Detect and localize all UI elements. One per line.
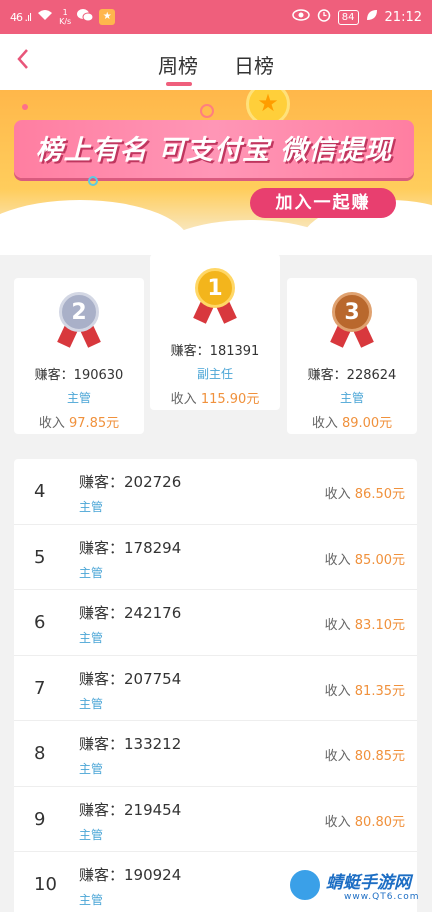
list-role: 主管 xyxy=(79,893,104,907)
tab-daily[interactable]: 日榜 xyxy=(234,50,274,79)
dragonfly-logo-icon xyxy=(288,868,322,902)
leaf-icon xyxy=(366,9,378,25)
list-item[interactable]: 6 赚客：242176 主管 收入 83.10元 xyxy=(14,590,417,656)
watermark-title: 蜻蜓手游网 xyxy=(326,873,411,893)
list-rank: 5 xyxy=(34,546,46,568)
signal-icon: 46 .ıl xyxy=(10,10,32,24)
ranking-list: 4 赚客：202726 主管 收入 86.50元 5 赚客：178294 主管 … xyxy=(14,459,417,912)
podium-rank-3[interactable]: 3 赚客：228624 主管 收入 89.00元 xyxy=(287,278,417,434)
decor-ring xyxy=(88,176,98,186)
list-income: 收入 85.00元 xyxy=(324,552,405,568)
silver-medal-icon: 2 xyxy=(54,292,104,354)
join-button[interactable]: 加入一起赚 xyxy=(250,188,396,218)
list-rank: 9 xyxy=(34,808,46,830)
list-name: 赚客：219454 xyxy=(79,800,182,819)
back-icon[interactable] xyxy=(16,48,40,76)
active-tab-indicator xyxy=(166,82,192,86)
site-watermark: 蜻蜓手游网 www.QT6.com xyxy=(282,862,430,908)
list-item[interactable]: 7 赚客：207754 主管 收入 81.35元 xyxy=(14,656,417,721)
bronze-medal-icon: 3 xyxy=(327,292,377,354)
list-role: 主管 xyxy=(79,565,104,580)
status-bar: 46 .ıl 1 K/s ★ 84 21:12 xyxy=(0,0,432,34)
wechat-icon xyxy=(77,8,94,26)
decor-ring xyxy=(200,104,214,118)
list-role: 主管 xyxy=(79,631,104,645)
list-role: 主管 xyxy=(79,696,104,711)
podium-name: 赚客：190630 xyxy=(34,368,124,383)
list-income: 收入 86.50元 xyxy=(324,487,405,502)
list-rank: 10 xyxy=(34,874,57,895)
list-role: 主管 xyxy=(79,500,104,514)
list-income: 收入 80.85元 xyxy=(324,749,405,764)
list-name: 赚客：207754 xyxy=(79,669,182,688)
promo-banner[interactable]: ★ 榜上有名 可支付宝 微信提现 加入一起赚 xyxy=(0,90,432,255)
gold-medal-icon: 1 xyxy=(190,268,240,330)
podium-name: 赚客：181391 xyxy=(170,344,260,359)
watermark-url: www.QT6.com xyxy=(344,892,420,902)
podium-role: 主管 xyxy=(66,391,91,405)
list-income: 收入 83.10元 xyxy=(324,618,405,633)
list-rank: 8 xyxy=(34,743,46,764)
list-role: 主管 xyxy=(79,827,104,842)
list-name: 赚客：133212 xyxy=(79,735,182,753)
tab-weekly[interactable]: 周榜 xyxy=(158,50,198,79)
alarm-icon xyxy=(317,8,331,26)
list-item[interactable]: 4 赚客：202726 主管 收入 86.50元 xyxy=(14,459,417,525)
podium-name: 赚客：228624 xyxy=(307,368,397,383)
podium-income: 收入 115.90元 xyxy=(170,392,260,407)
list-income: 收入 80.80元 xyxy=(324,814,405,830)
list-item[interactable]: 9 赚客：219454 主管 收入 80.80元 xyxy=(14,787,417,852)
net-speed: 1 K/s xyxy=(59,8,72,26)
list-income: 收入 81.35元 xyxy=(324,683,405,699)
list-item[interactable]: 8 赚客：133212 主管 收入 80.85元 xyxy=(14,721,417,787)
list-item[interactable]: 5 赚客：178294 主管 收入 85.00元 xyxy=(14,525,417,590)
podium-income: 收入 89.00元 xyxy=(311,416,393,431)
clock-time: 21:12 xyxy=(384,9,422,25)
podium-income: 收入 97.85元 xyxy=(38,416,120,431)
list-rank: 6 xyxy=(34,612,46,633)
battery-icon: 84 xyxy=(337,9,359,25)
podium-role: 副主任 xyxy=(196,367,233,381)
list-rank: 4 xyxy=(34,481,46,502)
list-name: 赚客：242176 xyxy=(79,604,182,622)
banner-slogan: 榜上有名 可支付宝 微信提现 xyxy=(35,135,393,166)
decor-dot xyxy=(22,104,28,110)
podium-rank-1[interactable]: 1 赚客：181391 副主任 收入 115.90元 xyxy=(150,254,280,410)
list-role: 主管 xyxy=(79,762,104,776)
list-name: 赚客：178294 xyxy=(79,538,182,557)
podium-rank-2[interactable]: 2 赚客：190630 主管 收入 97.85元 xyxy=(14,278,144,434)
list-name: 赚客：190924 xyxy=(79,866,182,884)
app-notification-icon: ★ xyxy=(99,9,116,25)
wifi-icon xyxy=(37,9,53,25)
top-nav: 周榜 日榜 xyxy=(0,34,432,90)
eye-icon xyxy=(292,9,310,25)
list-name: 赚客：202726 xyxy=(79,473,182,491)
list-rank: 7 xyxy=(34,677,46,699)
podium-role: 主管 xyxy=(339,391,364,405)
